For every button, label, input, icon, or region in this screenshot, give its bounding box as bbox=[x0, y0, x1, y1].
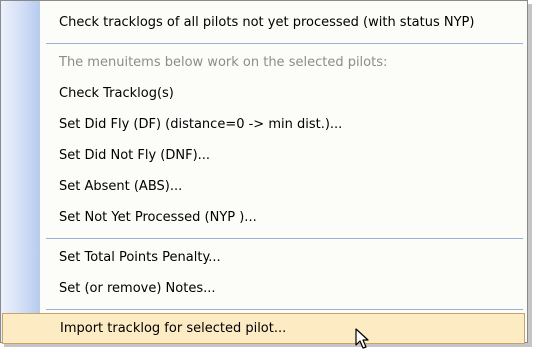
menu-item-set-not-yet-processed[interactable]: Set Not Yet Processed (NYP )... bbox=[42, 202, 525, 233]
arrow-pointer-icon bbox=[355, 328, 369, 349]
menu-separator bbox=[46, 309, 523, 310]
menu-item-set-absent[interactable]: Set Absent (ABS)... bbox=[42, 171, 525, 202]
menu-item-selected-pilots-header: The menuitems below work on the selected… bbox=[59, 55, 388, 70]
menu-item-set-total-points-penalty[interactable]: Set Total Points Penalty... bbox=[42, 242, 525, 273]
menu-item-check-all-nyp-tracklogs[interactable]: Check tracklogs of all pilots not yet pr… bbox=[42, 7, 525, 38]
menu-item-set-did-fly[interactable]: Set Did Fly (DF) (distance=0 -> min dist… bbox=[42, 109, 525, 140]
menu-item-set-did-not-fly[interactable]: Set Did Not Fly (DNF)... bbox=[42, 140, 525, 171]
menu-body: Check tracklogs of all pilots not yet pr… bbox=[2, 1, 527, 344]
menu-icon-gutter bbox=[1, 1, 40, 342]
menu-item-check-tracklogs[interactable]: Check Tracklog(s) bbox=[42, 78, 525, 109]
menu-separator bbox=[46, 238, 523, 239]
context-menu: Check tracklogs of all pilots not yet pr… bbox=[0, 0, 528, 344]
menu-item-import-tracklog[interactable]: Import tracklog for selected pilot... bbox=[2, 313, 525, 344]
menu-separator bbox=[46, 43, 523, 44]
menu-item-set-notes[interactable]: Set (or remove) Notes... bbox=[42, 273, 525, 304]
